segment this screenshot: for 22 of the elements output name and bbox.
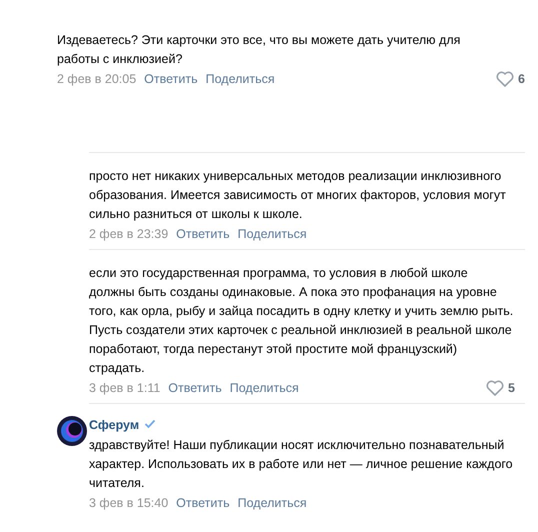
comment-text: просто нет никаких универсальных методов реализации инклюзивного образования. Имеется зависимость от многих факторов, условия могут сильно разниться от школы к школе. xyxy=(89,168,507,223)
heart-icon xyxy=(496,71,514,87)
comment-text: если это государственная программа, то условия в любой школе должны быть созданы одинаковые. А пока это профанация на уровне того, как орла, рыбу и зайца посадить в одну клетку и учить землю рыть. Пусть создатели этих карточек с реальной инклюзией в реальной школе поработают, тогда перестанут этой простите мой французский) страдать. xyxy=(89,265,514,377)
action-link[interactable]: Ответить xyxy=(144,72,198,86)
comment-text: Издеваетесь? Эти карточки это все, что вы можете дать учителю для работы с инклюзией? xyxy=(57,32,462,68)
like-button[interactable]: 5 xyxy=(486,380,515,396)
comment-date[interactable]: 3 фев в 15:40 xyxy=(89,496,168,510)
action-link[interactable]: Ответить xyxy=(176,227,230,241)
action-link[interactable]: Поделиться xyxy=(238,496,307,510)
author-name[interactable]: Сферум xyxy=(89,418,140,432)
action-link[interactable]: Поделиться xyxy=(206,72,275,86)
action-link[interactable]: Ответить xyxy=(176,496,230,510)
heart-icon xyxy=(486,380,504,396)
action-link[interactable]: Ответить xyxy=(168,381,222,395)
action-link[interactable]: Поделиться xyxy=(230,381,299,395)
comment-date[interactable]: 3 фев в 1:11 xyxy=(89,381,160,395)
comment-date[interactable]: 2 фев в 20:05 xyxy=(57,72,136,86)
action-link[interactable]: Поделиться xyxy=(238,227,307,241)
comment-text: здравствуйте! Наши публикации носят исключительно познавательный характер. Использовать их в работе или нет — личное решение каждого читателя. xyxy=(89,437,514,492)
avatar[interactable] xyxy=(57,416,87,446)
like-button[interactable]: 6 xyxy=(496,71,525,87)
comment-date[interactable]: 2 фев в 23:39 xyxy=(89,227,168,241)
